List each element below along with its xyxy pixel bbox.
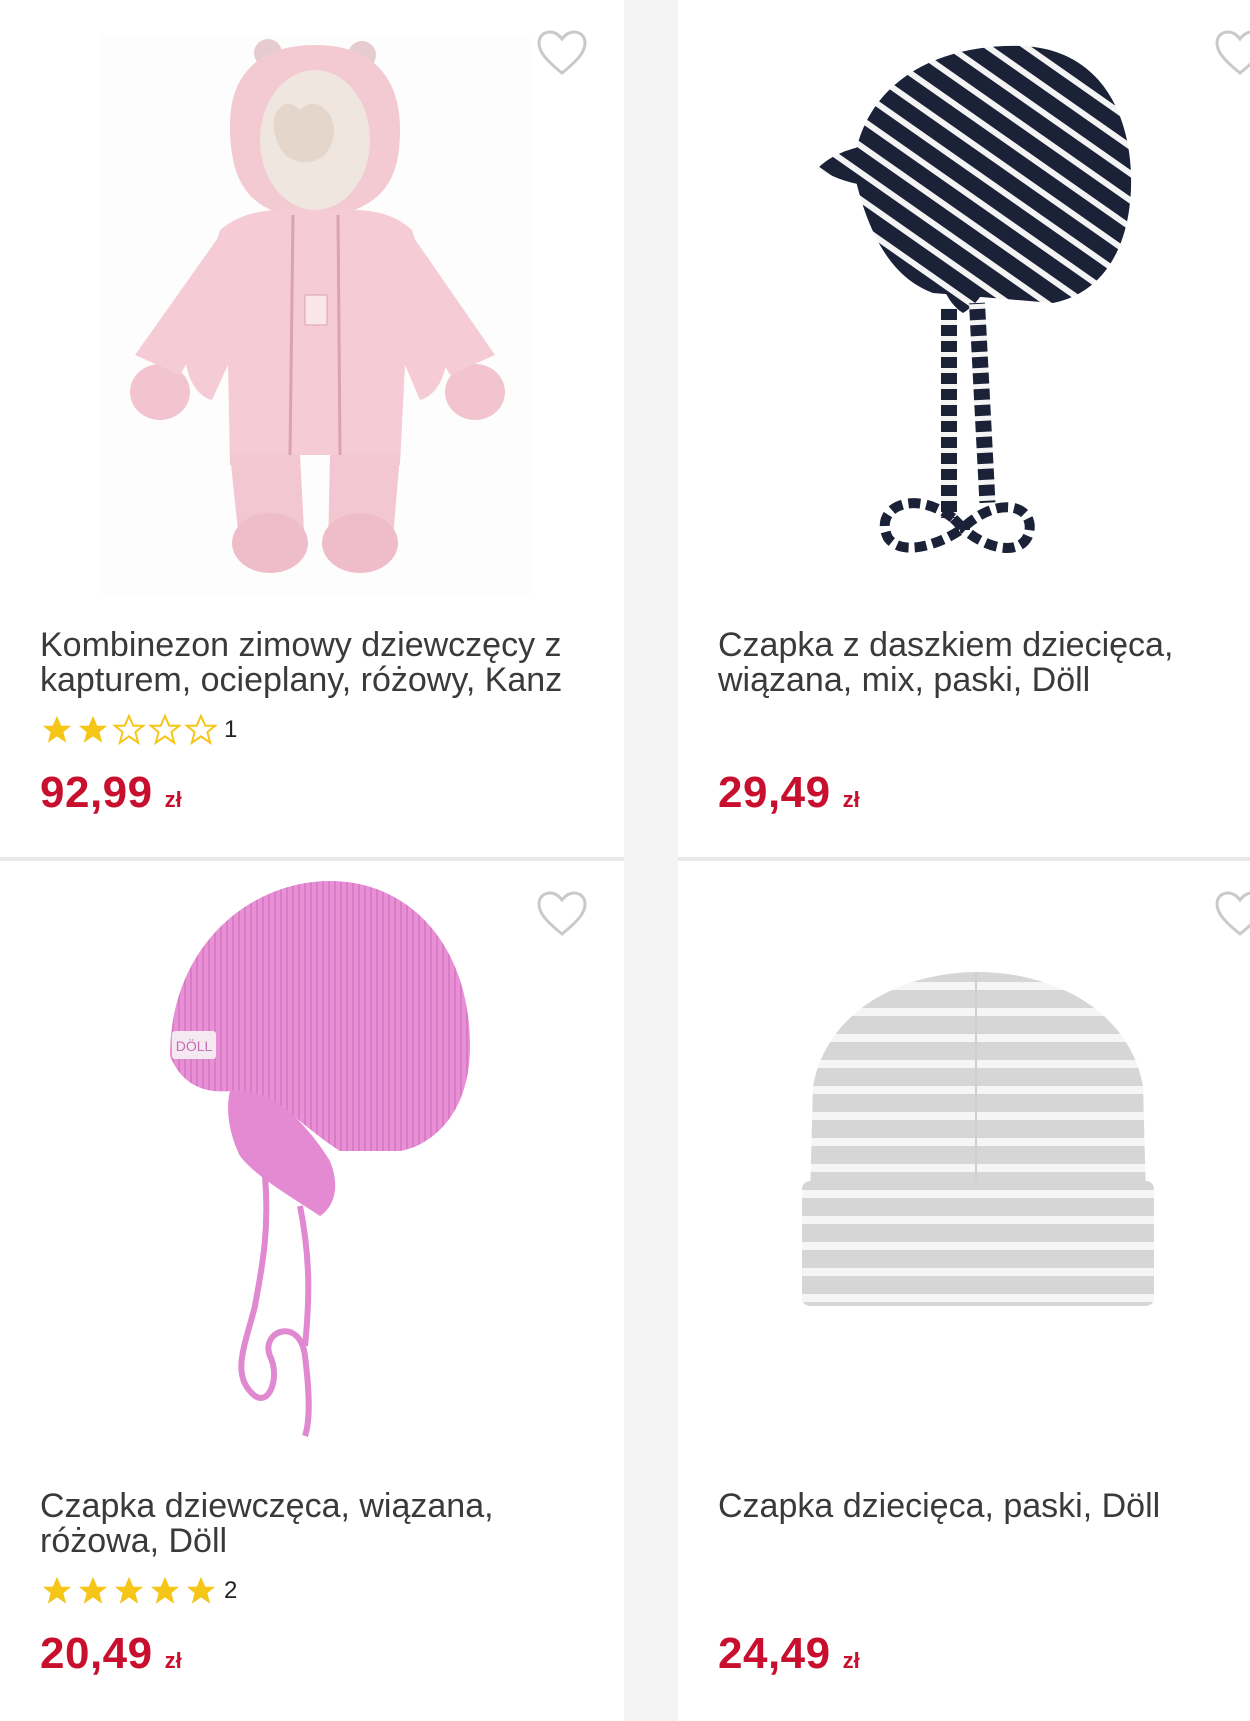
grey-striped-beanie-image[interactable] bbox=[798, 966, 1158, 1311]
product-title[interactable]: Czapka dziecięca, paski, Döll bbox=[718, 1489, 1250, 1524]
price-currency: zł bbox=[842, 787, 860, 812]
product-title[interactable]: Kombinezon zimowy dziewczęcy z kapturem,… bbox=[40, 628, 580, 698]
price-amount: 24,49 bbox=[718, 1629, 831, 1678]
wishlist-heart-icon[interactable] bbox=[536, 891, 588, 937]
product-card[interactable]: Czapka dziecięca, paski, Döll 24,49 zł bbox=[678, 861, 1250, 1721]
star-filled-icon bbox=[42, 1576, 72, 1604]
star-empty-icon bbox=[112, 713, 146, 746]
star-empty-icon bbox=[148, 713, 182, 746]
wishlist-heart-icon[interactable] bbox=[536, 30, 588, 76]
review-count: 2 bbox=[224, 1577, 238, 1604]
star-filled-icon bbox=[114, 1576, 144, 1604]
star-filled-icon bbox=[186, 1576, 216, 1604]
wishlist-heart-icon[interactable] bbox=[1214, 30, 1250, 76]
price-amount: 20,49 bbox=[40, 1629, 153, 1678]
star-filled-icon bbox=[78, 715, 108, 743]
star-empty-icon bbox=[184, 713, 218, 746]
product-card[interactable]: Czapka z daszkiem dziecięca, wiązana, mi… bbox=[678, 0, 1250, 857]
product-title[interactable]: Czapka dziewczęca, wiązana, różowa, Döll bbox=[40, 1489, 580, 1559]
price-amount: 92,99 bbox=[40, 768, 153, 817]
navy-striped-cap-image[interactable] bbox=[813, 38, 1143, 588]
product-price: 24,49 zł bbox=[718, 1629, 860, 1679]
wishlist-heart-icon[interactable] bbox=[1214, 891, 1250, 937]
star-filled-icon bbox=[150, 1576, 180, 1604]
svg-text:DÖLL: DÖLL bbox=[176, 1037, 213, 1054]
product-rating: 1 bbox=[40, 712, 237, 748]
star-filled-icon bbox=[78, 1576, 108, 1604]
product-price: 92,99 zł bbox=[40, 768, 182, 818]
review-count: 1 bbox=[224, 716, 238, 743]
product-card[interactable]: Kombinezon zimowy dziewczęcy z kapturem,… bbox=[0, 0, 624, 857]
pink-knit-hat-image[interactable]: DÖLL bbox=[160, 876, 480, 1446]
product-price: 20,49 zł bbox=[40, 1629, 182, 1679]
product-rating: 2 bbox=[40, 1573, 237, 1609]
price-amount: 29,49 bbox=[718, 768, 831, 817]
grid-gutter bbox=[624, 0, 678, 1721]
price-currency: zł bbox=[842, 1648, 860, 1673]
product-title[interactable]: Czapka z daszkiem dziecięca, wiązana, mi… bbox=[718, 628, 1250, 698]
star-filled-icon bbox=[42, 715, 72, 743]
product-price: 29,49 zł bbox=[718, 768, 860, 818]
price-currency: zł bbox=[164, 1648, 182, 1673]
product-card[interactable]: DÖLL Czapka dziewczęca, wiązana, różowa,… bbox=[0, 861, 624, 1721]
price-currency: zł bbox=[164, 787, 182, 812]
pink-snowsuit-image[interactable] bbox=[100, 35, 530, 595]
